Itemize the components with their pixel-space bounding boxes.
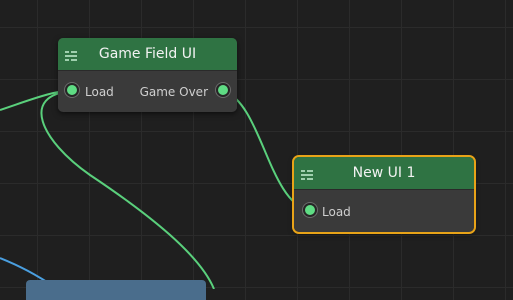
node-partial-bottom[interactable] — [26, 280, 206, 300]
list-icon — [301, 168, 313, 180]
input-label-load: Load — [85, 85, 114, 99]
node-title: Game Field UI — [98, 46, 197, 62]
input-port-load[interactable] — [303, 203, 317, 217]
input-label-load: Load — [322, 205, 351, 219]
output-label-game-over: Game Over — [139, 85, 208, 99]
input-port-load[interactable] — [65, 83, 79, 97]
node-game-field-ui[interactable]: Game Field UI Load Game Over — [58, 38, 237, 112]
node-new-ui-1[interactable]: New UI 1 Load — [292, 155, 476, 234]
list-icon — [65, 49, 77, 61]
output-port-game-over[interactable] — [216, 83, 230, 97]
node-title: New UI 1 — [352, 165, 416, 181]
node-header[interactable]: New UI 1 — [294, 157, 474, 189]
connection-game-field-load-downward[interactable] — [40, 90, 215, 289]
node-body: Load — [294, 189, 474, 228]
node-body: Load Game Over — [58, 70, 237, 109]
node-header[interactable]: Game Field UI — [58, 38, 237, 70]
